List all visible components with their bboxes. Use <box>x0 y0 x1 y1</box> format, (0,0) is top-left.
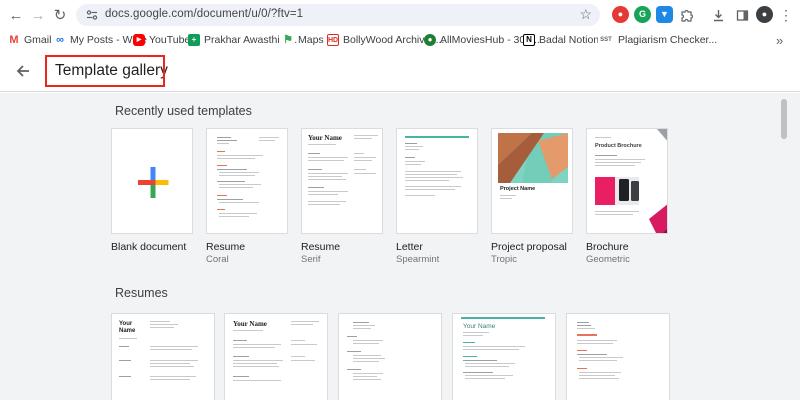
section-title-resumes: Resumes <box>115 286 168 300</box>
adblock-extension-icon[interactable]: ● <box>612 6 629 23</box>
profile-avatar[interactable]: ● <box>756 6 773 23</box>
thumb-heading: Project Name <box>500 186 536 192</box>
url-text[interactable]: docs.google.com/document/u/0/?ftv=1 <box>105 8 303 20</box>
sst-icon: SST <box>598 34 614 46</box>
bookmarks-overflow-button[interactable]: » <box>776 32 783 48</box>
bookmark-star-icon[interactable]: ☆ <box>579 6 592 23</box>
template-name: Brochure <box>586 241 629 253</box>
site-info-icon[interactable] <box>84 7 100 23</box>
template-style: Spearmint <box>396 254 440 265</box>
bookmark-prakhar[interactable]: + Prakhar Awasthi //... <box>188 32 297 48</box>
gallery-scrollbar[interactable] <box>778 93 790 400</box>
highlight-annotation-box <box>45 55 165 87</box>
bookmark-maps[interactable]: ⚑ Maps <box>282 32 324 48</box>
bookmark-plagiarism[interactable]: SST Plagiarism Checker... <box>598 32 717 48</box>
resume-template-thumbnail[interactable]: Your Name <box>452 313 556 400</box>
gallery-scrollbar-thumb[interactable] <box>781 99 787 139</box>
browser-menu-icon[interactable]: ⋮ <box>776 5 796 25</box>
template-thumbnail[interactable]: Project Name <box>491 128 573 234</box>
bookmark-label: YouTube <box>149 34 191 46</box>
bookmark-label: Gmail <box>24 34 52 46</box>
template-style: Coral <box>206 254 229 265</box>
template-style: Geometric <box>586 254 630 265</box>
browser-toolbar: ← → ↻ docs.google.com/document/u/0/?ftv=… <box>0 0 800 30</box>
template-thumbnail[interactable] <box>111 128 193 234</box>
notion-icon: N <box>523 34 535 46</box>
download-icon[interactable] <box>708 5 728 25</box>
bookmark-youtube[interactable]: ▶ YouTube <box>133 32 190 48</box>
resume-template-thumbnail[interactable] <box>566 313 670 400</box>
template-thumbnail[interactable] <box>396 128 478 234</box>
bookmarks-bar: M Gmail ∞ My Posts - Write ▶ YouTube + P… <box>0 30 800 50</box>
template-style: Serif <box>301 254 321 265</box>
template-name: Resume <box>301 241 341 253</box>
thumb-heading: Product Brochure <box>595 143 642 149</box>
back-arrow-icon[interactable] <box>12 60 34 82</box>
template-thumbnail[interactable] <box>206 128 288 234</box>
address-bar[interactable]: docs.google.com/document/u/0/?ftv=1 ☆ <box>76 4 600 26</box>
reload-icon[interactable]: ↻ <box>50 5 70 25</box>
template-name: Resume <box>206 241 246 253</box>
bookmark-label: Badal Notions <box>539 34 605 46</box>
thumb-heading: Your Name <box>308 134 342 142</box>
grammarly-extension-icon[interactable]: G <box>634 6 651 23</box>
infinity-icon: ∞ <box>54 34 66 46</box>
youtube-icon: ▶ <box>133 34 145 46</box>
template-style: Tropic <box>491 254 518 265</box>
shield-extension-icon[interactable]: ▼ <box>656 6 673 23</box>
template-thumbnail[interactable]: Product Brochure <box>586 128 668 234</box>
tropic-shapes-graphic <box>498 133 568 183</box>
template-gallery-header: Template gallery <box>0 50 800 92</box>
forward-nav-icon[interactable]: → <box>28 5 48 25</box>
thumb-heading: Your Name <box>463 323 496 330</box>
globe-icon: ● <box>424 34 436 46</box>
plus-icon: + <box>188 34 200 46</box>
resume-template-thumbnail[interactable]: Your Name <box>111 313 215 400</box>
extensions-puzzle-icon[interactable] <box>676 5 696 25</box>
resume-template-thumbnail[interactable] <box>338 313 442 400</box>
plus-icon <box>138 167 169 198</box>
back-nav-icon[interactable]: ← <box>6 5 26 25</box>
template-name: Blank document <box>111 241 187 253</box>
template-name: Project proposal <box>491 241 567 253</box>
template-thumbnail[interactable]: Your Name <box>301 128 383 234</box>
side-panel-icon[interactable] <box>732 5 752 25</box>
bookmark-gmail[interactable]: M Gmail <box>8 32 51 48</box>
bookmark-label: Maps <box>298 34 324 46</box>
thumb-heading: Your Name <box>233 320 267 328</box>
maps-icon: ⚑ <box>282 33 294 46</box>
section-title-recent: Recently used templates <box>115 104 252 118</box>
bookmark-label: Plagiarism Checker... <box>618 34 718 46</box>
template-name: Letter <box>396 241 423 253</box>
hd-icon: HD <box>327 34 339 46</box>
bookmark-badal-notions[interactable]: N Badal Notions <box>523 32 604 48</box>
thumb-heading: Your Name <box>119 321 136 334</box>
template-gallery: Recently used templates Blank document R… <box>0 93 800 400</box>
gmail-icon: M <box>8 33 20 46</box>
resume-template-thumbnail[interactable]: Your Name <box>224 313 328 400</box>
